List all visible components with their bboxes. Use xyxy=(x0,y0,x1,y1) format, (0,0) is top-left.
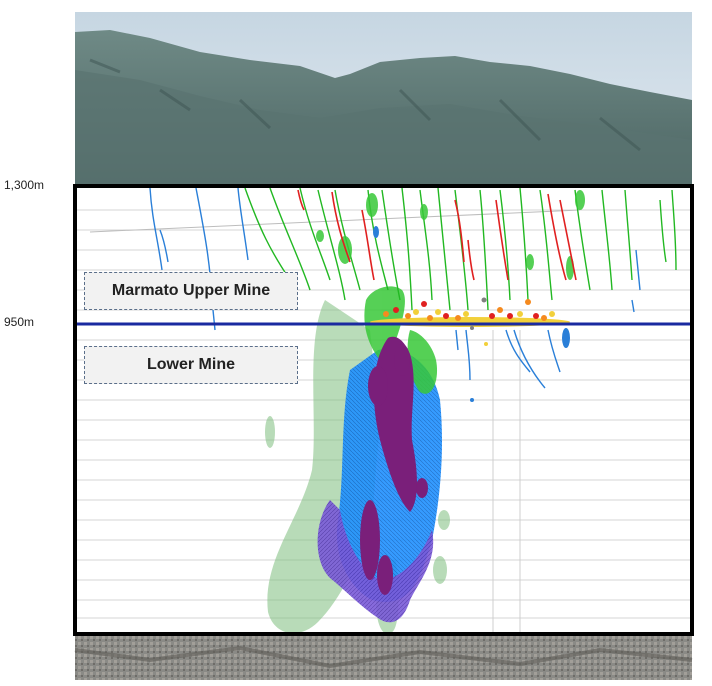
elevation-label-top: 1,300m xyxy=(4,178,45,192)
terrain-photo-bottom xyxy=(74,636,693,680)
mountain-photo-top xyxy=(75,12,692,184)
elevation-label-950: 950m xyxy=(4,315,35,329)
label-lower-mine: Lower Mine xyxy=(84,346,298,384)
label-upper-mine: Marmato Upper Mine xyxy=(84,272,298,310)
cross-section-diagram xyxy=(73,12,694,680)
section-panel xyxy=(75,186,692,634)
